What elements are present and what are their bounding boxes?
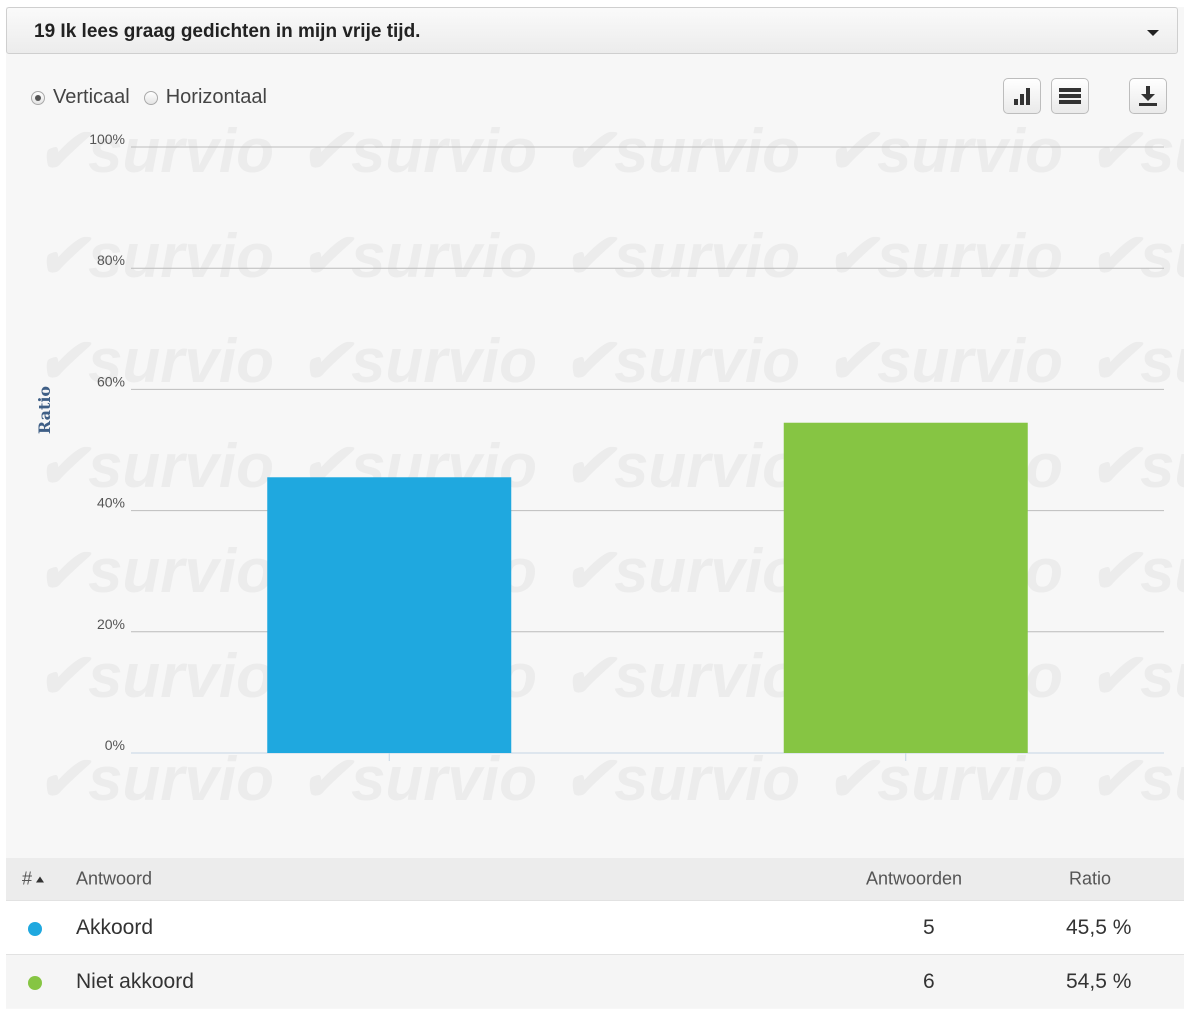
watermark-text: ✔survio xyxy=(36,642,274,711)
y-tick-label: 80% xyxy=(97,252,125,268)
question-panel: 19 Ik lees graag gedichten in mijn vrije… xyxy=(6,7,1184,1009)
horizontal-radio[interactable] xyxy=(143,90,158,105)
watermark-text: ✔survio xyxy=(1088,537,1184,606)
index-header[interactable]: # xyxy=(22,869,45,890)
y-tick-label: 100% xyxy=(89,131,125,147)
watermark-text: ✔survio xyxy=(36,432,274,501)
watermark-text: ✔survio xyxy=(1088,222,1184,291)
ratio-header[interactable]: Ratio xyxy=(1069,869,1111,890)
bar-chart: ✔survio ✔survio ✔survio ✔survio ✔survio ✔surv… xyxy=(35,117,1184,814)
y-tick-label: 60% xyxy=(97,373,125,389)
count-cell: 6 xyxy=(923,969,935,993)
watermark-text: ✔survio xyxy=(36,745,274,814)
watermark-text: ✔survio xyxy=(1088,117,1184,186)
bar-niet-akkoord xyxy=(783,422,1028,753)
answer-header[interactable]: Antwoord xyxy=(76,869,152,890)
watermark-text: ✔survio xyxy=(562,327,800,396)
watermark-text: ✔survio xyxy=(825,327,1063,396)
count-cell: 5 xyxy=(923,915,935,939)
watermark-text: ✔survio xyxy=(36,327,274,396)
legend-dot-akkoord xyxy=(28,921,42,936)
watermark-text: ✔survio xyxy=(562,642,800,711)
watermark-text: ✔survio xyxy=(1088,642,1184,711)
watermark-text: ✔survio xyxy=(299,327,537,396)
count-header[interactable]: Antwoorden xyxy=(866,869,962,890)
watermark-text: ✔survio xyxy=(1088,327,1184,396)
table-view-button[interactable] xyxy=(1051,78,1089,114)
orientation-toggle: Verticaal Horizontaal xyxy=(31,86,281,109)
watermark-text: ✔survio xyxy=(299,117,537,186)
watermark-text: ✔survio xyxy=(825,745,1063,814)
watermark-text: ✔survio xyxy=(299,745,537,814)
bar-chart-icon xyxy=(1014,88,1030,105)
watermark-text: ✔survio xyxy=(562,222,800,291)
watermark-text: ✔survio xyxy=(562,117,800,186)
download-button[interactable] xyxy=(1129,78,1167,114)
answer-cell: Akkoord xyxy=(76,915,154,939)
watermark-text: ✔survio xyxy=(1088,432,1184,501)
vertical-radio[interactable] xyxy=(31,90,45,105)
table-header: # Antwoord Antwoorden Ratio xyxy=(6,858,1184,900)
watermark-text: ✔survio xyxy=(1088,745,1184,814)
sort-asc-icon xyxy=(36,876,45,883)
watermark-text: ✔survio xyxy=(36,222,274,291)
table-rows-icon xyxy=(1059,88,1081,104)
question-header[interactable]: 19 Ik lees graag gedichten in mijn vrije… xyxy=(6,7,1178,54)
y-tick-label: 20% xyxy=(97,616,125,632)
horizontal-label[interactable]: Horizontaal xyxy=(166,86,267,109)
ratio-cell: 54,5 % xyxy=(1066,969,1132,993)
answer-cell: Niet akkoord xyxy=(76,969,194,993)
legend-dot-niet-akkoord xyxy=(28,975,42,990)
watermark-text: ✔survio xyxy=(36,117,274,186)
bar-chart-button[interactable] xyxy=(1003,78,1041,114)
watermark-text: ✔survio xyxy=(36,537,274,606)
watermark-text: ✔survio xyxy=(825,117,1063,186)
y-tick-label: 40% xyxy=(97,495,125,511)
table-row: Niet akkoord 6 54,5 % xyxy=(6,954,1184,1008)
bar-akkoord xyxy=(267,477,512,753)
download-icon xyxy=(1139,86,1157,106)
y-axis-title: Ratio xyxy=(35,386,54,435)
watermark-text: ✔survio xyxy=(562,537,800,606)
results-table: # Antwoord Antwoorden Ratio Akkoord 5 45… xyxy=(6,858,1184,1008)
vertical-label[interactable]: Verticaal xyxy=(53,86,130,109)
watermark-text: ✔survio xyxy=(562,432,800,501)
y-tick-label: 0% xyxy=(105,737,125,753)
ratio-cell: 45,5 % xyxy=(1066,915,1132,939)
watermark-text: ✔survio xyxy=(562,745,800,814)
chevron-down-icon[interactable] xyxy=(1147,30,1159,36)
table-row: Akkoord 5 45,5 % xyxy=(6,900,1184,954)
watermark-text: ✔survio xyxy=(299,222,537,291)
question-title: 19 Ik lees graag gedichten in mijn vrije… xyxy=(34,21,421,42)
watermark-text: ✔survio xyxy=(825,222,1063,291)
